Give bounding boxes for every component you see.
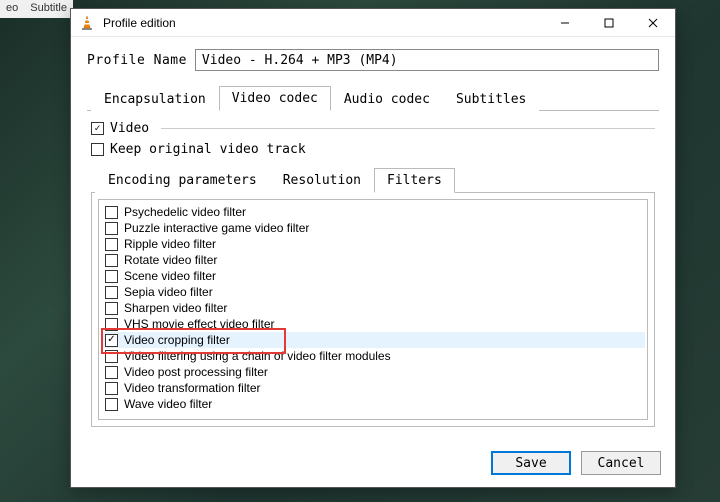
filter-item[interactable]: Psychedelic video filter xyxy=(101,204,645,220)
filter-item[interactable]: VHS movie effect video filter xyxy=(101,316,645,332)
filter-checkbox[interactable] xyxy=(105,302,118,315)
profile-edition-dialog: Profile edition Profile Name Encapsulati… xyxy=(70,8,676,488)
filter-item[interactable]: Wave video filter xyxy=(101,396,645,412)
filter-checkbox[interactable] xyxy=(105,334,118,347)
filter-label: Puzzle interactive game video filter xyxy=(124,221,309,235)
filter-label: Rotate video filter xyxy=(124,253,217,267)
video-checkbox[interactable] xyxy=(91,122,104,135)
filter-checkbox[interactable] xyxy=(105,382,118,395)
filter-checkbox[interactable] xyxy=(105,286,118,299)
group-rule xyxy=(161,128,655,129)
cancel-button[interactable]: Cancel xyxy=(581,451,661,475)
filter-label: Video cropping filter xyxy=(124,333,230,347)
main-tabbar: Encapsulation Video codec Audio codec Su… xyxy=(87,85,659,111)
filter-item[interactable]: Video cropping filter xyxy=(101,332,645,348)
tab-audio-codec[interactable]: Audio codec xyxy=(331,87,443,111)
filter-item[interactable]: Sepia video filter xyxy=(101,284,645,300)
bg-menu-item[interactable]: Subtitle xyxy=(30,2,67,16)
background-app-menu: eo Subtitle xyxy=(0,0,73,18)
tab-subtitles[interactable]: Subtitles xyxy=(443,87,539,111)
close-button[interactable] xyxy=(631,9,675,37)
keep-original-checkbox[interactable] xyxy=(91,143,104,156)
filter-label: Ripple video filter xyxy=(124,237,216,251)
sub-tabbar: Encoding parameters Resolution Filters xyxy=(91,167,655,193)
filter-item[interactable]: Video filtering using a chain of video f… xyxy=(101,348,645,364)
filter-label: Sepia video filter xyxy=(124,285,213,299)
filter-label: Video post processing filter xyxy=(124,365,268,379)
profile-name-label: Profile Name xyxy=(87,53,187,68)
filter-item[interactable]: Video post processing filter xyxy=(101,364,645,380)
filter-checkbox[interactable] xyxy=(105,366,118,379)
filter-checkbox[interactable] xyxy=(105,222,118,235)
filter-item[interactable]: Puzzle interactive game video filter xyxy=(101,220,645,236)
tab-encoding-parameters[interactable]: Encoding parameters xyxy=(95,168,270,193)
filter-label: Wave video filter xyxy=(124,397,212,411)
filters-list[interactable]: Psychedelic video filter Puzzle interacti… xyxy=(99,200,647,419)
filter-label: Scene video filter xyxy=(124,269,216,283)
filter-label: Sharpen video filter xyxy=(124,301,227,315)
keep-original-label: Keep original video track xyxy=(110,142,306,157)
maximize-button[interactable] xyxy=(587,9,631,37)
tab-filters[interactable]: Filters xyxy=(374,168,455,193)
filter-item[interactable]: Sharpen video filter xyxy=(101,300,645,316)
vlc-cone-icon xyxy=(79,15,95,31)
titlebar: Profile edition xyxy=(71,9,675,37)
save-button[interactable]: Save xyxy=(491,451,571,475)
filter-checkbox[interactable] xyxy=(105,238,118,251)
filter-label: VHS movie effect video filter xyxy=(124,317,275,331)
filter-item[interactable]: Rotate video filter xyxy=(101,252,645,268)
tab-resolution[interactable]: Resolution xyxy=(270,168,374,193)
filter-item[interactable]: Video transformation filter xyxy=(101,380,645,396)
filter-label: Video filtering using a chain of video f… xyxy=(124,349,391,363)
dialog-title: Profile edition xyxy=(103,16,543,30)
bg-menu-item[interactable]: eo xyxy=(6,2,18,16)
profile-name-input[interactable] xyxy=(195,49,659,71)
filter-label: Video transformation filter xyxy=(124,381,261,395)
filter-checkbox[interactable] xyxy=(105,398,118,411)
filter-checkbox[interactable] xyxy=(105,318,118,331)
video-checkbox-label: Video xyxy=(110,121,149,136)
filter-checkbox[interactable] xyxy=(105,270,118,283)
filter-checkbox[interactable] xyxy=(105,206,118,219)
filter-checkbox[interactable] xyxy=(105,254,118,267)
filter-label: Psychedelic video filter xyxy=(124,205,246,219)
filter-item[interactable]: Ripple video filter xyxy=(101,236,645,252)
tab-video-codec[interactable]: Video codec xyxy=(219,86,331,111)
tab-encapsulation[interactable]: Encapsulation xyxy=(91,87,219,111)
minimize-button[interactable] xyxy=(543,9,587,37)
filter-item[interactable]: Scene video filter xyxy=(101,268,645,284)
filter-checkbox[interactable] xyxy=(105,350,118,363)
